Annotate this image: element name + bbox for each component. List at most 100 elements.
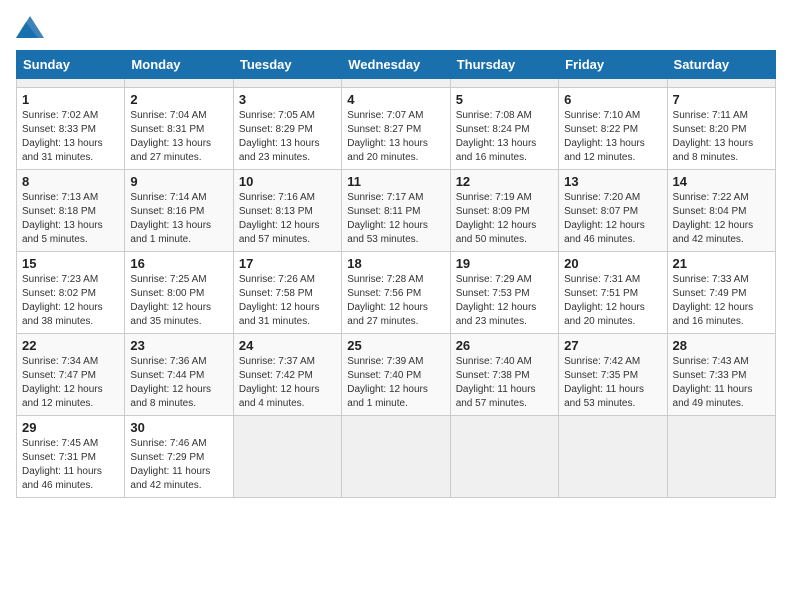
daylight-text: Daylight: 12 hours and 23 minutes.	[456, 302, 537, 327]
calendar-cell: 28Sunrise: 7:43 AMSunset: 7:33 PMDayligh…	[667, 334, 775, 416]
cell-info: Sunrise: 7:43 AMSunset: 7:33 PMDaylight:…	[673, 355, 770, 411]
calendar-cell: 15Sunrise: 7:23 AMSunset: 8:02 PMDayligh…	[17, 252, 125, 334]
weekday-header: Monday	[125, 51, 233, 79]
sunrise-text: Sunrise: 7:34 AM	[22, 356, 98, 367]
weekday-header: Thursday	[450, 51, 558, 79]
day-number: 21	[673, 256, 770, 271]
day-number: 18	[347, 256, 444, 271]
daylight-text: Daylight: 12 hours and 42 minutes.	[673, 220, 754, 245]
sunset-text: Sunset: 7:53 PM	[456, 288, 530, 299]
day-number: 25	[347, 338, 444, 353]
sunset-text: Sunset: 8:09 PM	[456, 206, 530, 217]
sunrise-text: Sunrise: 7:25 AM	[130, 274, 206, 285]
calendar-week-row	[17, 79, 776, 88]
daylight-text: Daylight: 12 hours and 50 minutes.	[456, 220, 537, 245]
calendar-cell	[450, 416, 558, 498]
sunrise-text: Sunrise: 7:05 AM	[239, 110, 315, 121]
day-number: 2	[130, 92, 227, 107]
weekday-header: Wednesday	[342, 51, 450, 79]
daylight-text: Daylight: 13 hours and 16 minutes.	[456, 138, 537, 163]
calendar-cell	[667, 416, 775, 498]
sunrise-text: Sunrise: 7:42 AM	[564, 356, 640, 367]
sunset-text: Sunset: 8:16 PM	[130, 206, 204, 217]
weekday-header: Saturday	[667, 51, 775, 79]
cell-info: Sunrise: 7:14 AMSunset: 8:16 PMDaylight:…	[130, 191, 227, 247]
sunset-text: Sunset: 7:47 PM	[22, 370, 96, 381]
cell-info: Sunrise: 7:19 AM Sunset: 8:09 PM Daylight:…	[456, 191, 553, 247]
calendar-cell: 21Sunrise: 7:33 AMSunset: 7:49 PMDayligh…	[667, 252, 775, 334]
sunrise-text: Sunrise: 7:23 AM	[22, 274, 98, 285]
day-number: 4	[347, 92, 444, 107]
calendar-cell: 10Sunrise: 7:16 AMSunset: 8:13 PMDayligh…	[233, 170, 341, 252]
day-number: 1	[22, 92, 119, 107]
sunset-text: Sunset: 8:07 PM	[564, 206, 638, 217]
sunrise-text: Sunrise: 7:17 AM	[347, 192, 423, 203]
daylight-text: Daylight: 11 hours and 46 minutes.	[22, 466, 102, 491]
calendar-cell: 27Sunrise: 7:42 AMSunset: 7:35 PMDayligh…	[559, 334, 667, 416]
daylight-text: Daylight: 12 hours and 4 minutes.	[239, 384, 320, 409]
cell-info: Sunrise: 7:10 AMSunset: 8:22 PMDaylight:…	[564, 109, 661, 165]
sunset-text: Sunset: 8:22 PM	[564, 124, 638, 135]
calendar-cell: 19 Sunrise: 7:29 AMSunset: 7:53 PMDayligh…	[450, 252, 558, 334]
calendar-cell: 6 Sunrise: 7:10 AMSunset: 8:22 PMDaylight…	[559, 88, 667, 170]
calendar-cell: 14Sunrise: 7:22 AMSunset: 8:04 PMDayligh…	[667, 170, 775, 252]
calendar-table: SundayMondayTuesdayWednesdayThursdayFrid…	[16, 50, 776, 498]
sunset-text: Sunset: 8:33 PM	[22, 124, 96, 135]
calendar-week-row: 8Sunrise: 7:13 AMSunset: 8:18 PMDaylight…	[17, 170, 776, 252]
day-number: 29	[22, 420, 119, 435]
sunset-text: Sunset: 7:35 PM	[564, 370, 638, 381]
cell-info: Sunrise: 7:23 AM Sunset: 8:02 PM Daylight:…	[22, 273, 119, 329]
daylight-text: Daylight: 12 hours and 53 minutes.	[347, 220, 428, 245]
sunset-text: Sunset: 8:24 PM	[456, 124, 530, 135]
calendar-cell: 29Sunrise: 7:45 AMSunset: 7:31 PMDayligh…	[17, 416, 125, 498]
sunset-text: Sunset: 8:04 PM	[673, 206, 747, 217]
daylight-text: Daylight: 13 hours and 1 minute.	[130, 220, 211, 245]
cell-info: Sunrise: 7:37 AMSunset: 7:42 PMDaylight:…	[239, 355, 336, 411]
calendar-week-row: 29Sunrise: 7:45 AMSunset: 7:31 PMDayligh…	[17, 416, 776, 498]
weekday-header: Friday	[559, 51, 667, 79]
cell-info: Sunrise: 7:29 AMSunset: 7:53 PMDaylight:…	[456, 273, 553, 329]
calendar-cell: 9 Sunrise: 7:14 AMSunset: 8:16 PMDaylight…	[125, 170, 233, 252]
sunset-text: Sunset: 7:42 PM	[239, 370, 313, 381]
cell-info: Sunrise: 7:40 AMSunset: 7:38 PMDaylight:…	[456, 355, 553, 411]
calendar-cell: 7Sunrise: 7:11 AMSunset: 8:20 PMDaylight…	[667, 88, 775, 170]
cell-info: Sunrise: 7:08 AMSunset: 8:24 PMDaylight:…	[456, 109, 553, 165]
sunrise-text: Sunrise: 7:43 AM	[673, 356, 749, 367]
calendar-cell: 23Sunrise: 7:36 AMSunset: 7:44 PMDayligh…	[125, 334, 233, 416]
day-number: 19	[456, 256, 553, 271]
sunrise-text: Sunrise: 7:31 AM	[564, 274, 640, 285]
calendar-cell: 17Sunrise: 7:26 AMSunset: 7:58 PMDayligh…	[233, 252, 341, 334]
cell-info: Sunrise: 7:16 AMSunset: 8:13 PMDaylight:…	[239, 191, 336, 247]
daylight-text: Daylight: 13 hours and 27 minutes.	[130, 138, 211, 163]
sunrise-text: Sunrise: 7:07 AM	[347, 110, 423, 121]
calendar-cell	[559, 79, 667, 88]
calendar-cell: 25Sunrise: 7:39 AMSunset: 7:40 PMDayligh…	[342, 334, 450, 416]
day-number: 9	[130, 174, 227, 189]
calendar-cell: 16Sunrise: 7:25 AMSunset: 8:00 PMDayligh…	[125, 252, 233, 334]
daylight-text: Daylight: 12 hours and 12 minutes.	[22, 384, 103, 409]
calendar-cell: 8Sunrise: 7:13 AMSunset: 8:18 PMDaylight…	[17, 170, 125, 252]
sunrise-text: Sunrise: 7:11 AM	[673, 110, 748, 121]
day-number: 3	[239, 92, 336, 107]
day-number: 13	[564, 174, 661, 189]
cell-info: Sunrise: 7:25 AMSunset: 8:00 PMDaylight:…	[130, 273, 227, 329]
sunrise-text: Sunrise: 7:19 AM	[456, 192, 532, 203]
cell-info: Sunrise: 7:04 AMSunset: 8:31 PMDaylight:…	[130, 109, 227, 165]
day-number: 23	[130, 338, 227, 353]
daylight-text: Daylight: 12 hours and 38 minutes.	[22, 302, 103, 327]
sunset-text: Sunset: 8:02 PM	[22, 288, 96, 299]
daylight-text: Daylight: 13 hours and 12 minutes.	[564, 138, 645, 163]
daylight-text: Daylight: 11 hours and 57 minutes.	[456, 384, 536, 409]
sunset-text: Sunset: 8:20 PM	[673, 124, 747, 135]
cell-info: Sunrise: 7:05 AMSunset: 8:29 PMDaylight:…	[239, 109, 336, 165]
sunset-text: Sunset: 7:49 PM	[673, 288, 747, 299]
day-number: 6	[564, 92, 661, 107]
day-number: 17	[239, 256, 336, 271]
sunset-text: Sunset: 8:27 PM	[347, 124, 421, 135]
calendar-cell: 5Sunrise: 7:08 AMSunset: 8:24 PMDaylight…	[450, 88, 558, 170]
cell-info: Sunrise: 7:11 AMSunset: 8:20 PMDaylight:…	[673, 109, 770, 165]
cell-info: Sunrise: 7:22 AMSunset: 8:04 PMDaylight:…	[673, 191, 770, 247]
calendar-cell	[17, 79, 125, 88]
calendar-week-row: 22Sunrise: 7:34 AMSunset: 7:47 PMDayligh…	[17, 334, 776, 416]
logo	[16, 16, 48, 38]
